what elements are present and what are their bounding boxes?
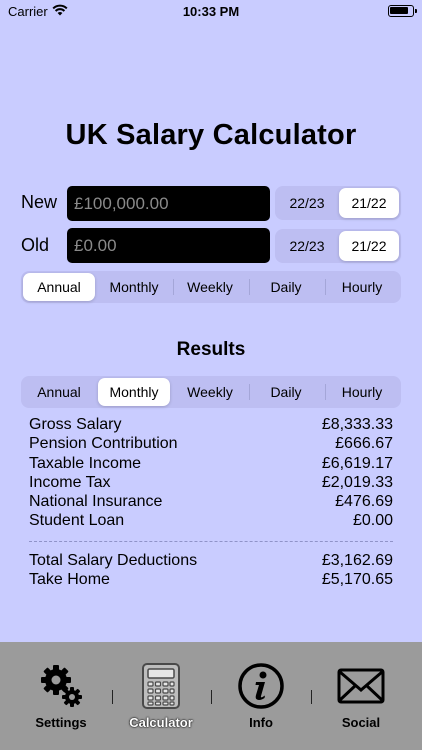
result-value: £2,019.33 [321,474,393,491]
result-value: £476.69 [335,493,393,510]
result-label: Income Tax [29,474,111,491]
tab-calculator[interactable]: Calculator [114,642,208,750]
input-period-annual[interactable]: Annual [23,273,95,301]
gears-icon [41,665,82,707]
result-value: £8,333.33 [321,416,393,433]
results-period-hourly[interactable]: Hourly [326,378,398,406]
tab-label: Social [341,715,381,730]
old-salary-input[interactable] [67,228,270,263]
tab-separator [112,690,113,704]
result-row-take-home: Take Home £5,170.65 [29,571,393,590]
new-year-option-2223[interactable]: 22/23 [277,188,337,218]
new-salary-label: New [21,192,58,212]
tab-separator [311,690,312,704]
tab-label: Settings [35,715,87,730]
result-row-income-tax: Income Tax £2,019.33 [29,474,393,493]
old-salary-label: Old [21,235,50,255]
old-year-option-2122[interactable]: 21/22 [339,231,399,261]
result-label: Pension Contribution [29,435,178,452]
input-period-monthly[interactable]: Monthly [98,273,170,301]
tab-settings[interactable]: Settings [14,642,108,750]
new-year-option-2122[interactable]: 21/22 [339,188,399,218]
tab-info[interactable]: Info [214,642,308,750]
result-row-student-loan: Student Loan £0.00 [29,512,393,531]
result-row-national-insurance: National Insurance £476.69 [29,493,393,512]
total-label: Total Salary Deductions [29,552,198,569]
info-icon [238,663,284,709]
result-label: Student Loan [29,512,125,529]
new-tax-year-selector: 22/23 21/22 [275,186,401,220]
tab-label: Info [249,715,273,730]
results-period-weekly[interactable]: Weekly [174,378,246,406]
result-label: National Insurance [29,493,163,510]
results-title: Results [176,339,246,360]
result-row-gross-salary: Gross Salary £8,333.33 [29,416,393,435]
tab-social[interactable]: Social [314,642,408,750]
result-value: £0.00 [352,512,393,529]
result-value: £666.67 [335,435,393,452]
total-value: £5,170.65 [321,571,393,588]
input-period-hourly[interactable]: Hourly [326,273,398,301]
clock: 10:33 PM [182,4,240,19]
result-row-total-deductions: Total Salary Deductions £3,162.69 [29,552,393,571]
input-period-daily[interactable]: Daily [250,273,322,301]
result-value: £6,619.17 [321,455,393,472]
battery-icon [388,5,417,17]
input-period-selector: Annual Monthly Weekly Daily Hourly [21,271,401,303]
page-title: UK Salary Calculator [65,119,357,151]
result-row-taxable-income: Taxable Income £6,619.17 [29,455,393,474]
envelope-icon [337,668,385,704]
result-label: Taxable Income [29,455,142,472]
new-salary-input[interactable] [67,186,270,221]
results-period-daily[interactable]: Daily [250,378,322,406]
input-period-weekly[interactable]: Weekly [174,273,246,301]
status-bar: Carrier 10:33 PM [0,0,422,24]
total-label: Take Home [29,571,110,588]
old-tax-year-selector: 22/23 21/22 [275,229,401,263]
results-period-monthly[interactable]: Monthly [98,378,170,406]
calculator-icon [142,663,180,709]
result-row-pension: Pension Contribution £666.67 [29,435,393,454]
results-divider [29,541,393,542]
tab-label: Calculator [129,715,193,730]
results-period-annual[interactable]: Annual [23,378,95,406]
tab-separator [211,690,212,704]
results-period-selector: Annual Monthly Weekly Daily Hourly [21,376,401,408]
old-year-option-2223[interactable]: 22/23 [277,231,337,261]
result-label: Gross Salary [29,416,122,433]
total-value: £3,162.69 [321,552,393,569]
